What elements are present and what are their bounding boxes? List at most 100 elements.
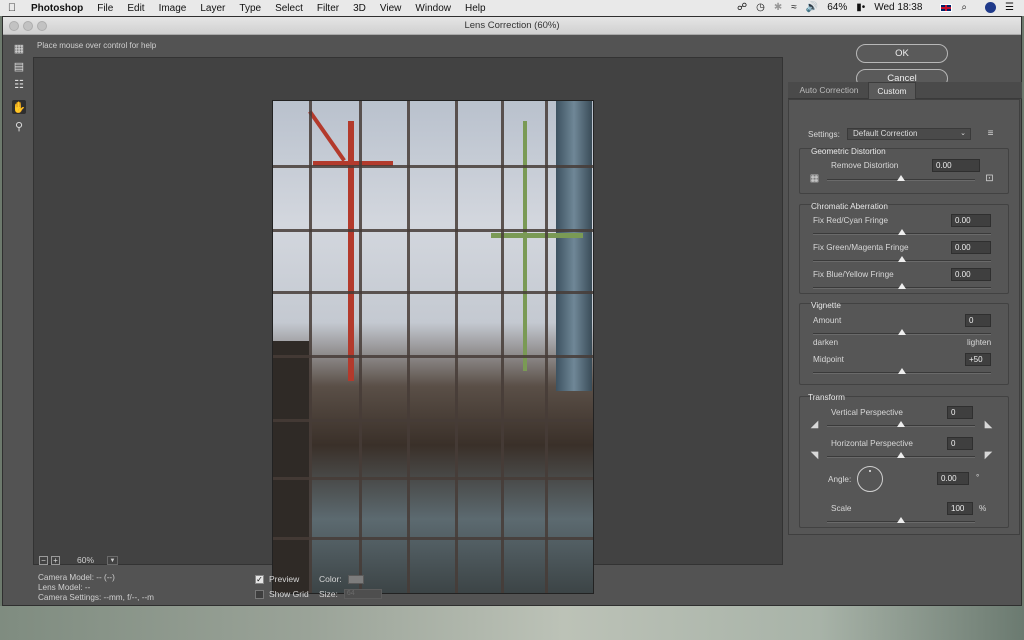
dialog-title: Lens Correction (60%) — [464, 20, 560, 31]
hand-tool-icon[interactable]: ✋ — [12, 100, 26, 114]
angle-label: Angle: — [828, 475, 852, 484]
slider-thumb[interactable] — [897, 452, 905, 458]
slider-thumb[interactable] — [898, 368, 906, 374]
bluetooth-icon[interactable]: ✱ — [774, 2, 782, 13]
settings-value: Default Correction — [853, 129, 918, 138]
menu-type[interactable]: Type — [232, 3, 268, 14]
menu-view[interactable]: View — [373, 3, 409, 14]
tab-auto-correction[interactable]: Auto Correction — [790, 82, 868, 99]
show-grid-checkbox[interactable] — [255, 589, 264, 599]
battery-icon[interactable]: ▮• — [856, 2, 865, 13]
grid-color-swatch[interactable] — [347, 574, 364, 584]
green-magenta-field[interactable]: 0.00 — [951, 241, 991, 254]
menu-edit[interactable]: Edit — [120, 3, 151, 14]
horizontal-perspective-right-icon: ◤ — [984, 450, 993, 461]
apple-icon[interactable]:  — [0, 2, 24, 14]
flag-icon[interactable] — [931, 2, 953, 13]
volume-icon[interactable]: 🔊 — [806, 2, 818, 13]
scale-field[interactable]: 100 — [947, 502, 973, 515]
notification-center-icon[interactable]: ☰ — [1005, 2, 1014, 13]
slider-thumb[interactable] — [898, 229, 906, 235]
slider-thumb[interactable] — [897, 175, 905, 181]
zoom-dropdown-chevron-icon[interactable]: ▼ — [107, 555, 118, 565]
show-grid-label: Show Grid — [269, 589, 309, 599]
horizontal-perspective-field[interactable]: 0 — [947, 437, 973, 450]
custom-panel: Settings: Default Correction ⌄ ≡ Geometr… — [788, 99, 1020, 535]
preview-checkbox[interactable]: ✓ — [255, 574, 264, 584]
correction-tabs: Auto Correction Custom — [788, 82, 1022, 99]
vertical-perspective-field[interactable]: 0 — [947, 406, 973, 419]
zoom-in-button[interactable]: + — [51, 555, 60, 565]
settings-menu-icon[interactable]: ≡ — [985, 128, 996, 139]
slider-thumb[interactable] — [897, 421, 905, 427]
close-window-button[interactable] — [9, 21, 19, 31]
remove-distortion-label: Remove Distortion — [831, 161, 899, 170]
angle-dial-indicator — [869, 470, 871, 472]
angle-dial[interactable] — [857, 466, 883, 492]
amount-field[interactable]: 0 — [965, 314, 991, 327]
menu-image[interactable]: Image — [152, 3, 194, 14]
preview-canvas[interactable] — [33, 57, 783, 594]
green-crane-jib — [491, 233, 583, 238]
preview-label: Preview — [269, 574, 300, 584]
time-machine-icon[interactable]: ◷ — [756, 2, 765, 13]
spotlight-search-icon[interactable]: ⌕ — [961, 2, 967, 13]
red-cyan-label: Fix Red/Cyan Fringe — [813, 216, 889, 225]
move-grid-tool-icon[interactable]: ☷ — [12, 77, 26, 91]
slider-thumb[interactable] — [898, 283, 906, 289]
midpoint-slider[interactable] — [813, 368, 991, 374]
clock[interactable]: Wed 18:38 — [874, 2, 922, 13]
slider-thumb[interactable] — [898, 256, 906, 262]
menu-window[interactable]: Window — [408, 3, 458, 14]
camera-info: Camera Model: -- (--) Lens Model: -- Cam… — [38, 573, 154, 603]
scale-slider[interactable] — [827, 517, 975, 523]
blue-yellow-slider[interactable] — [813, 283, 991, 289]
size-label: Size: — [319, 589, 338, 599]
minimize-window-button[interactable] — [23, 21, 33, 31]
horizontal-perspective-left-icon: ◥ — [810, 450, 819, 461]
menu-layer[interactable]: Layer — [193, 3, 232, 14]
blue-yellow-field[interactable]: 0.00 — [951, 268, 991, 281]
menu-3d[interactable]: 3D — [346, 3, 373, 14]
zoom-level: 60% — [77, 555, 95, 565]
menu-select[interactable]: Select — [268, 3, 310, 14]
red-cyan-slider[interactable] — [813, 229, 991, 235]
show-grid-option[interactable]: Show Grid — [255, 589, 309, 599]
slider-thumb[interactable] — [898, 329, 906, 335]
creative-cloud-icon[interactable]: ☍ — [737, 2, 747, 13]
angle-field[interactable]: 0.00 — [937, 472, 969, 485]
green-crane-mast — [523, 121, 527, 371]
settings-select[interactable]: Default Correction ⌄ — [847, 128, 971, 140]
menu-help[interactable]: Help — [458, 3, 493, 14]
horizontal-perspective-slider[interactable] — [827, 452, 975, 458]
menu-app-name[interactable]: Photoshop — [24, 3, 90, 14]
zoom-window-button[interactable] — [37, 21, 47, 31]
straighten-tool-icon[interactable]: ▤ — [12, 59, 26, 73]
remove-distortion-slider[interactable] — [827, 175, 975, 181]
green-magenta-slider[interactable] — [813, 256, 991, 262]
wifi-icon[interactable]: ≈ — [791, 2, 797, 13]
battery-percentage[interactable]: 64% — [827, 2, 847, 13]
barrel-icon: ⊡ — [985, 173, 994, 184]
menu-file[interactable]: File — [90, 3, 120, 14]
menu-bar:  Photoshop File Edit Image Layer Type S… — [0, 0, 1024, 16]
zoom-out-button[interactable]: − — [39, 555, 48, 565]
tab-custom[interactable]: Custom — [868, 82, 916, 99]
color-label: Color: — [319, 574, 342, 584]
zoom-tool-icon[interactable]: ⚲ — [12, 119, 26, 133]
red-cyan-field[interactable]: 0.00 — [951, 214, 991, 227]
menu-filter[interactable]: Filter — [310, 3, 346, 14]
remove-distortion-tool-icon[interactable]: ▦ — [12, 41, 26, 55]
ok-button[interactable]: OK — [856, 44, 948, 63]
grid-size-select[interactable]: 64 — [343, 589, 382, 599]
vertical-perspective-slider[interactable] — [827, 421, 975, 427]
transform-heading: Transform — [808, 393, 845, 402]
remove-distortion-field[interactable]: 0.00 — [932, 159, 980, 172]
preview-option[interactable]: ✓ Preview — [255, 574, 299, 584]
chromatic-heading: Chromatic Aberration — [811, 202, 888, 211]
amount-slider[interactable] — [813, 329, 991, 335]
slider-thumb[interactable] — [897, 517, 905, 523]
chevron-down-icon: ⌄ — [960, 130, 966, 137]
user-avatar-icon[interactable] — [976, 2, 997, 14]
midpoint-field[interactable]: +50 — [965, 353, 991, 366]
